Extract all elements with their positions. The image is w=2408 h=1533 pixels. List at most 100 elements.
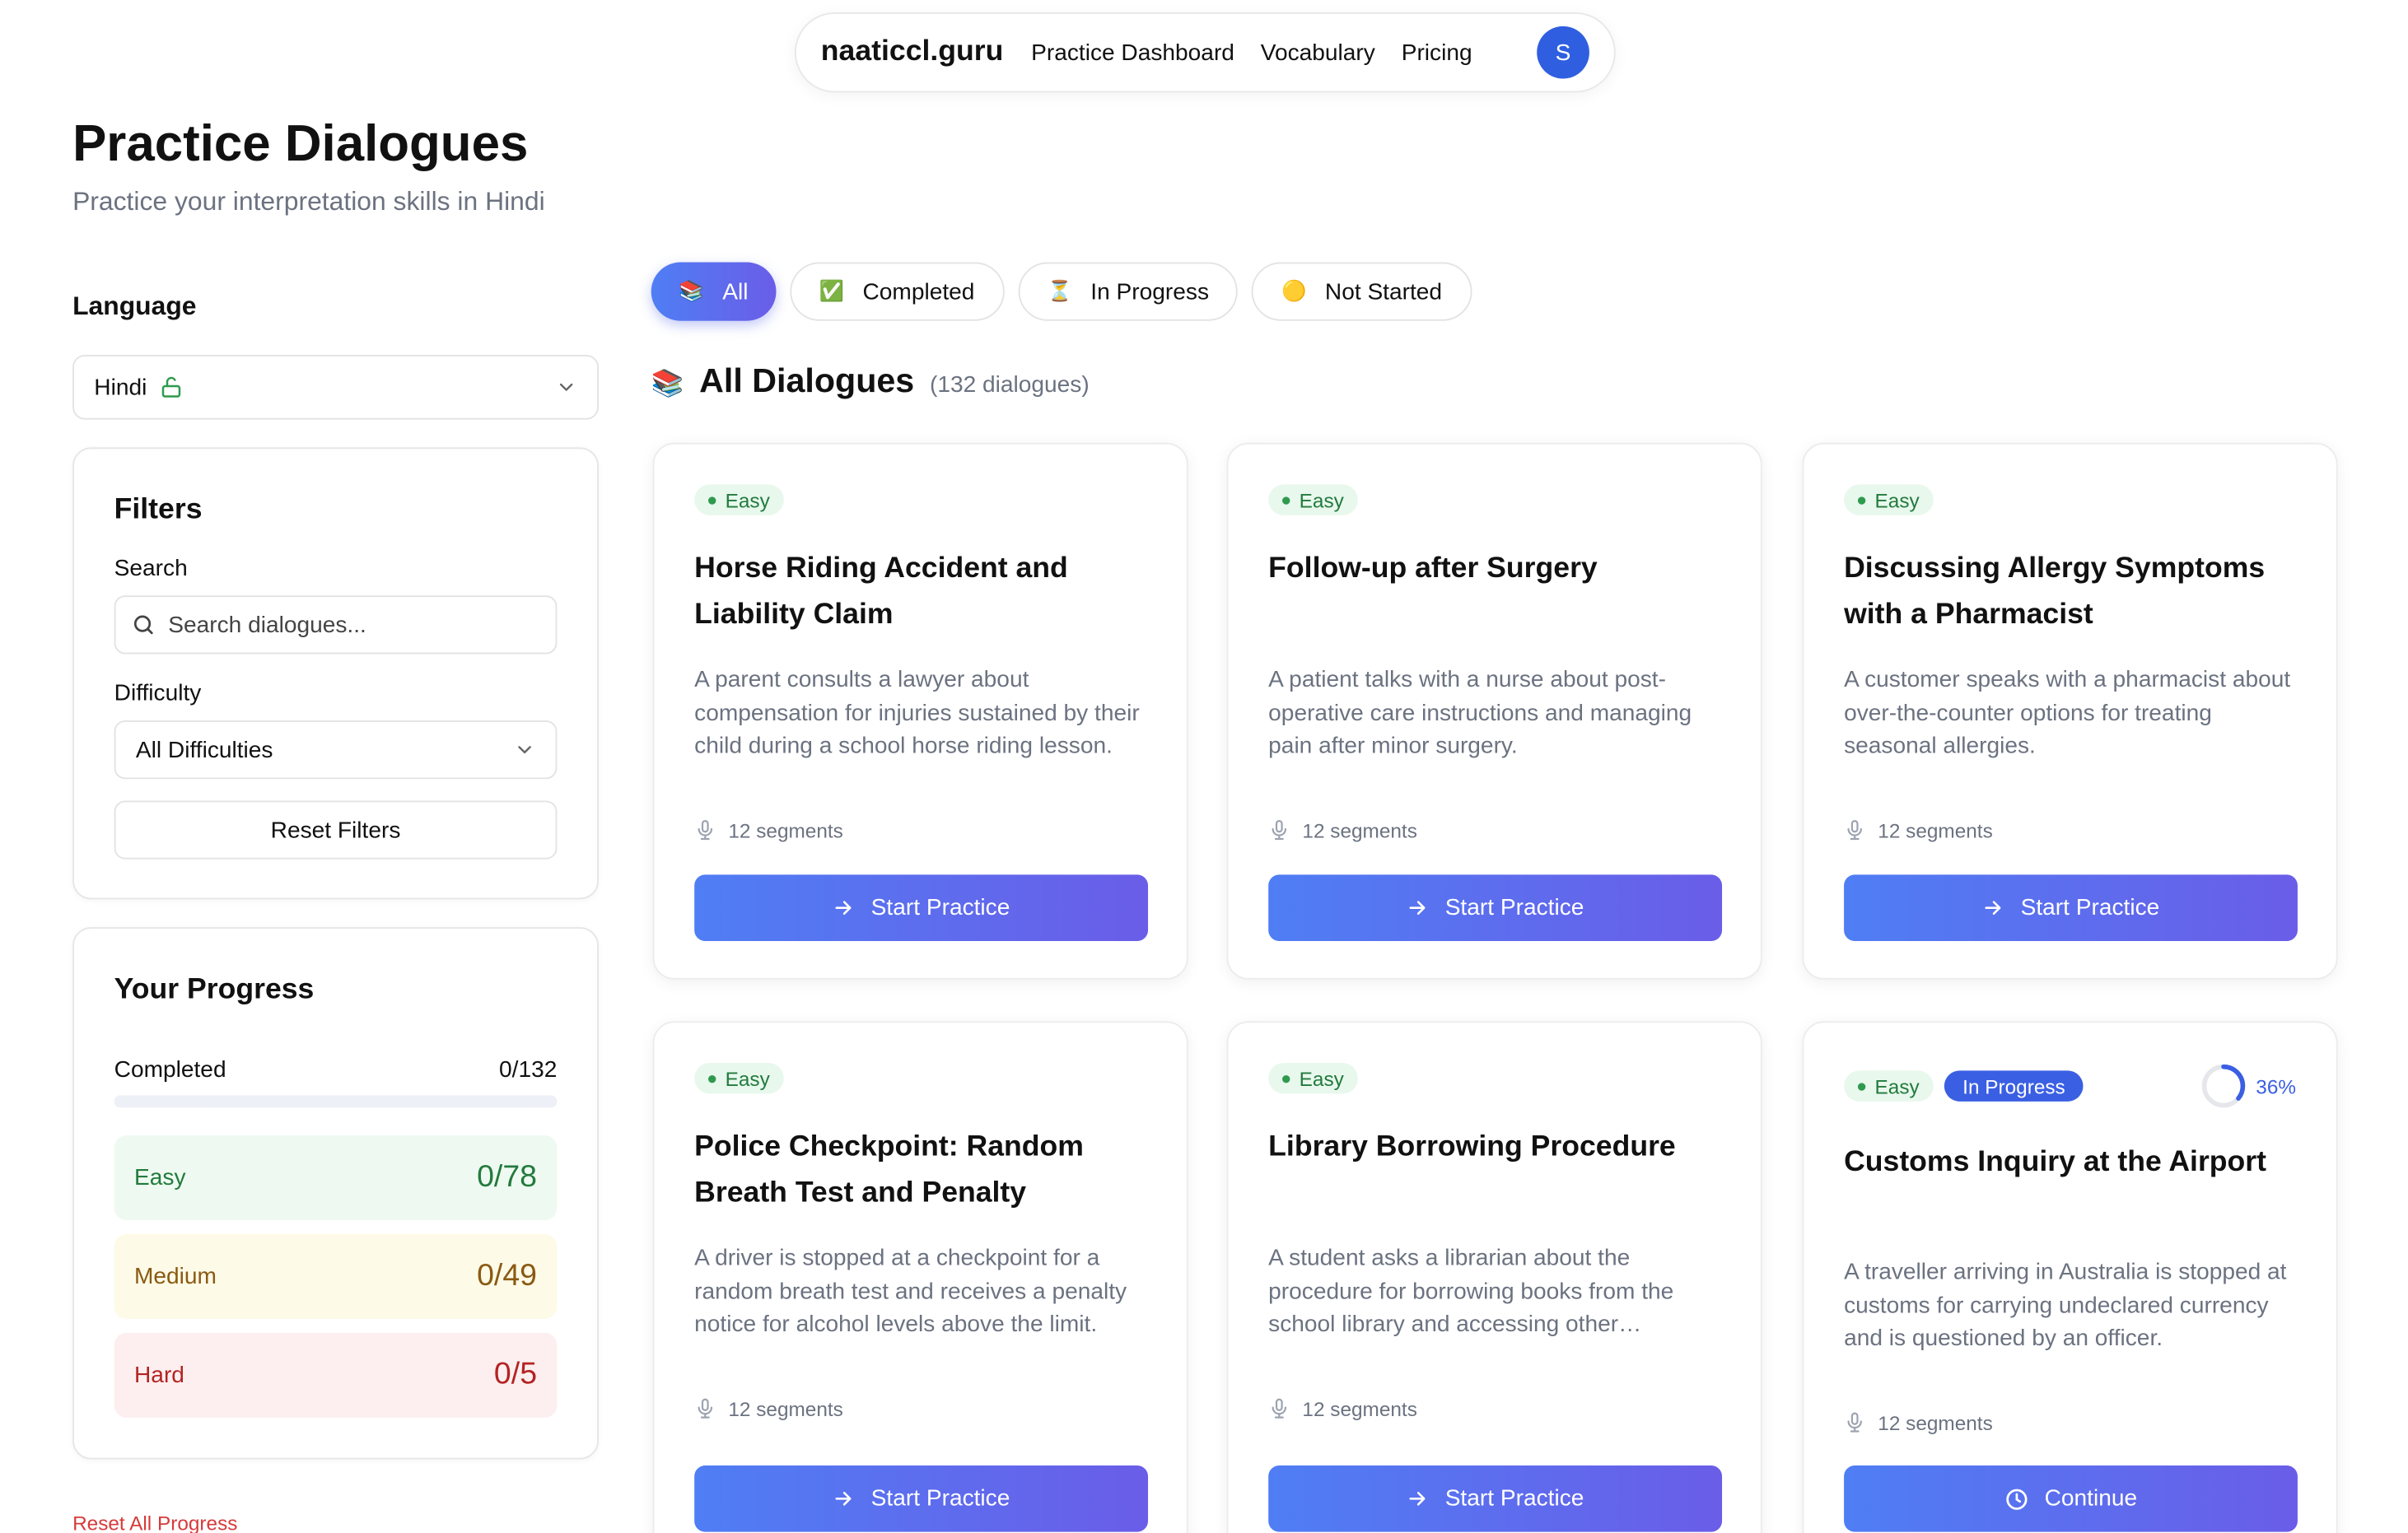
tab-not-started[interactable]: 🟡 Not Started	[1252, 262, 1472, 321]
start-practice-button[interactable]: Start Practice	[694, 874, 1149, 941]
dialogue-card: Easy Follow-up after Surgery A patient t…	[1226, 442, 1762, 980]
card-description: A patient talks with a nurse about post-…	[1268, 666, 1692, 759]
reset-filters-button[interactable]: Reset Filters	[114, 800, 558, 860]
segment-count-text: 12 segments	[1878, 818, 1993, 842]
card-badges: Easy	[694, 484, 784, 515]
microphone-icon	[1268, 818, 1290, 842]
dialogue-card: Easy Library Borrowing Procedure A stude…	[1226, 1021, 1762, 1533]
segment-count: 12 segments	[1844, 818, 1993, 842]
status-badge: In Progress	[1944, 1070, 2084, 1102]
language-select[interactable]: Hindi	[72, 354, 599, 420]
stat-medium: Medium 0/49	[114, 1233, 558, 1320]
segment-count: 12 segments	[694, 818, 843, 842]
card-badges: Easy In Progress	[1844, 1070, 2084, 1102]
segment-count: 12 segments	[1844, 1410, 1993, 1435]
start-practice-label: Start Practice	[870, 894, 1010, 921]
user-avatar[interactable]: S	[1537, 26, 1589, 79]
search-box[interactable]	[114, 595, 558, 655]
search-icon	[131, 613, 156, 637]
start-practice-label: Start Practice	[1444, 894, 1584, 921]
tab-not-started-label: Not Started	[1324, 278, 1443, 305]
difficulty-text: Easy	[1874, 488, 1920, 512]
nav-link-practice-dashboard[interactable]: Practice Dashboard	[1031, 40, 1234, 66]
dot-icon	[1857, 1082, 1866, 1090]
difficulty-text: Easy	[1299, 488, 1344, 512]
start-practice-label: Start Practice	[2020, 894, 2160, 921]
card-badges: Easy	[1268, 1062, 1358, 1094]
card-title: Discussing Allergy Symptoms with a Pharm…	[1844, 552, 2266, 631]
section-count: (132 dialogues)	[929, 371, 1090, 398]
completed-value: 0/132	[499, 1056, 558, 1083]
page-root: naaticcl.guru Practice Dashboard Vocabul…	[0, 0, 2408, 1533]
brand-logo[interactable]: naaticcl.guru	[821, 35, 1004, 69]
arrow-right-icon	[1407, 1487, 1430, 1510]
difficulty-text: Easy	[725, 488, 770, 512]
stat-easy-label: Easy	[134, 1164, 186, 1191]
nav-link-vocabulary[interactable]: Vocabulary	[1261, 40, 1375, 66]
segment-count-text: 12 segments	[728, 818, 843, 842]
dialogue-card: Easy Horse Riding Accident and Liability…	[652, 442, 1188, 980]
card-title: Customs Inquiry at the Airport	[1844, 1146, 2267, 1179]
difficulty-text: Easy	[1874, 1074, 1920, 1098]
start-practice-button[interactable]: Start Practice	[1844, 874, 2298, 941]
tab-in-progress-label: In Progress	[1090, 278, 1210, 305]
tab-in-progress[interactable]: ⏳ In Progress	[1017, 262, 1239, 321]
progress-title: Your Progress	[114, 973, 315, 1006]
dialogue-card: Easy Police Checkpoint: Random Breath Te…	[652, 1021, 1188, 1533]
segment-count-text: 12 segments	[1878, 1410, 1993, 1434]
continue-button[interactable]: Continue	[1844, 1465, 2298, 1532]
stat-medium-value: 0/49	[477, 1258, 538, 1293]
card-badges: Easy	[694, 1062, 784, 1094]
search-input[interactable]	[168, 611, 539, 638]
card-title: Horse Riding Accident and Liability Clai…	[694, 552, 1068, 631]
dot-icon	[708, 1074, 716, 1083]
arrow-right-icon	[833, 897, 856, 920]
page-subtitle: Practice your interpretation skills in H…	[72, 186, 545, 217]
yellow-circle-icon: 🟡	[1281, 279, 1307, 303]
language-value: Hindi	[94, 374, 147, 401]
completed-progress-bar	[114, 1095, 558, 1108]
unlock-icon	[159, 375, 184, 399]
chevron-down-icon	[556, 376, 577, 398]
card-title: Follow-up after Surgery	[1268, 552, 1598, 585]
status-tabs: 📚 All ✅ Completed ⏳ In Progress 🟡 Not St…	[651, 262, 1472, 321]
card-title: Police Checkpoint: Random Breath Test an…	[694, 1130, 1084, 1209]
card-badges: Easy	[1844, 484, 1934, 515]
segment-count: 12 segments	[1268, 1396, 1417, 1421]
stat-hard-value: 0/5	[493, 1357, 538, 1392]
microphone-icon	[1844, 818, 1865, 842]
dot-icon	[708, 496, 716, 504]
difficulty-select[interactable]: All Difficulties	[114, 720, 558, 780]
start-practice-button[interactable]: Start Practice	[694, 1465, 1149, 1532]
difficulty-badge: Easy	[1268, 1062, 1358, 1094]
microphone-icon	[1268, 1396, 1290, 1421]
start-practice-button[interactable]: Start Practice	[1268, 874, 1723, 941]
search-label: Search	[114, 555, 188, 582]
arrow-right-icon	[1982, 897, 2005, 920]
segment-count-text: 12 segments	[1302, 818, 1417, 842]
books-icon: 📚	[679, 279, 704, 303]
difficulty-badge: Easy	[1844, 484, 1934, 515]
segment-count: 12 segments	[1268, 818, 1417, 842]
reset-all-progress-link[interactable]: Reset All Progress	[72, 1512, 237, 1533]
tab-all[interactable]: 📚 All	[651, 262, 777, 321]
start-practice-button[interactable]: Start Practice	[1268, 1465, 1723, 1532]
segment-count-text: 12 segments	[1302, 1396, 1417, 1420]
progress-ring-icon	[2201, 1064, 2246, 1108]
microphone-icon	[694, 1396, 716, 1421]
filters-panel: Filters Search Difficulty All Difficulti…	[72, 447, 599, 900]
difficulty-value: All Difficulties	[135, 736, 273, 763]
card-title: Library Borrowing Procedure	[1268, 1130, 1676, 1163]
clock-icon	[2004, 1486, 2029, 1511]
hourglass-icon: ⏳	[1047, 279, 1072, 303]
segment-count: 12 segments	[694, 1396, 843, 1421]
progress-percent: 36%	[2256, 1074, 2297, 1098]
difficulty-badge: Easy	[1844, 1070, 1934, 1102]
progress-ring: 36%	[2200, 1063, 2296, 1109]
tab-completed[interactable]: ✅ Completed	[790, 262, 1005, 321]
tab-completed-label: Completed	[862, 278, 975, 305]
start-practice-label: Start Practice	[870, 1485, 1010, 1512]
nav-link-pricing[interactable]: Pricing	[1402, 40, 1472, 66]
tab-all-label: All	[722, 278, 749, 305]
progress-panel: Your Progress Completed 0/132 Easy 0/78 …	[72, 927, 599, 1460]
